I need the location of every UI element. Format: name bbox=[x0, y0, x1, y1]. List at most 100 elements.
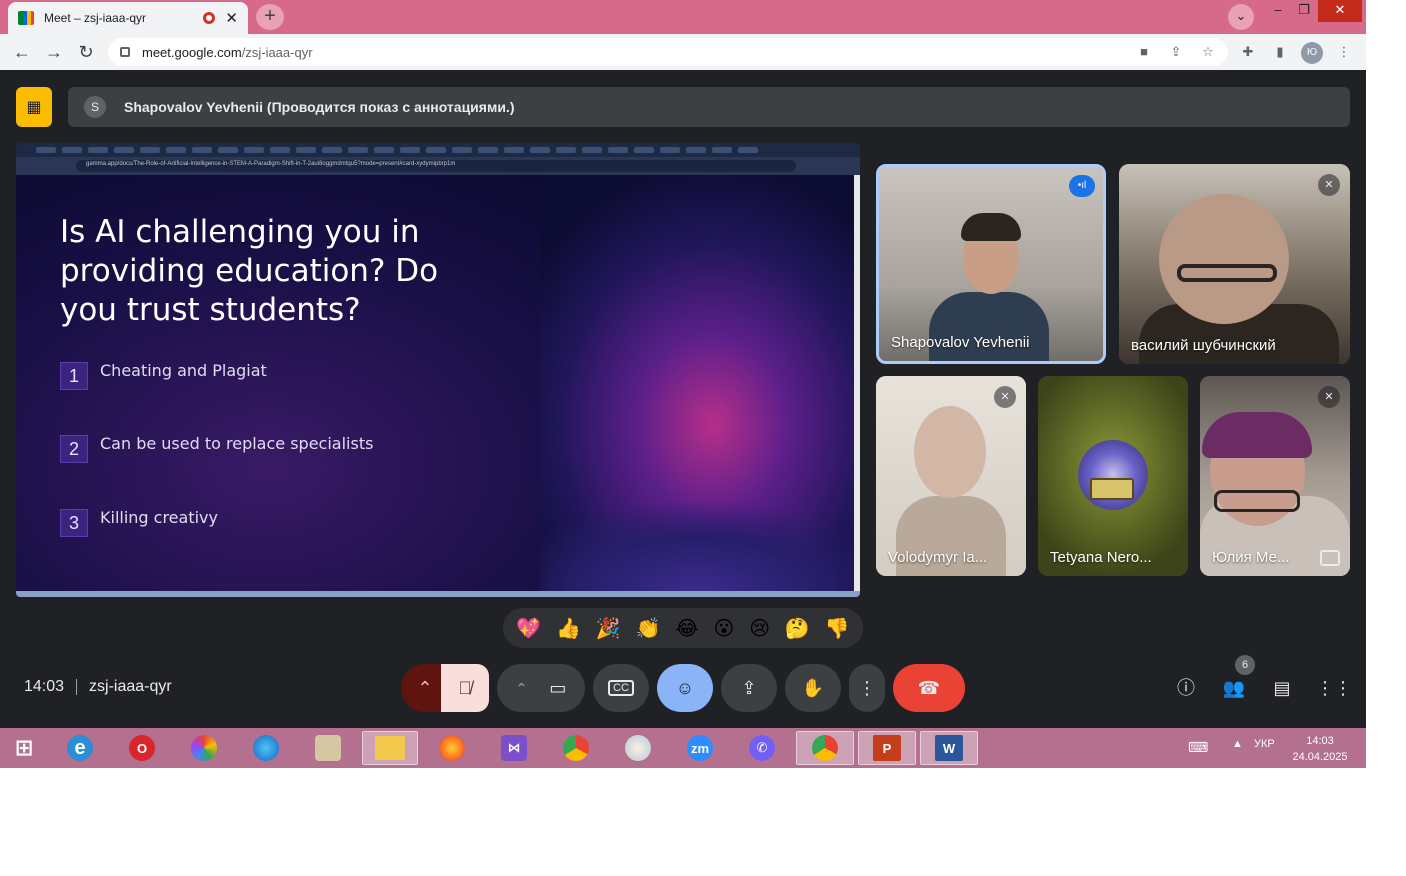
present-now-button[interactable]: ⇪ bbox=[721, 664, 777, 712]
opera-icon[interactable]: O bbox=[124, 731, 160, 765]
slide-item-text: Cheating and Plagiat bbox=[100, 361, 267, 380]
sparkling-heart-reaction-button[interactable]: 💖 bbox=[516, 616, 541, 641]
tab-title: Meet – zsj-iaaa-qyr bbox=[44, 11, 147, 25]
mic-off-icon: ✕ bbox=[1318, 386, 1340, 408]
slide-item-text: Killing creativy bbox=[100, 508, 218, 527]
scroll-app-icon[interactable] bbox=[310, 731, 346, 765]
picture-in-picture-icon[interactable] bbox=[1320, 550, 1340, 566]
party-popper-reaction-button[interactable]: 🎉 bbox=[596, 616, 621, 641]
new-tab-button[interactable]: + bbox=[256, 4, 284, 30]
participant-tile[interactable]: •ıl Shapovalov Yevhenii bbox=[876, 164, 1106, 364]
surprised-reaction-button[interactable]: 😮 bbox=[714, 616, 735, 641]
side-panel-icon[interactable]: ▮ bbox=[1270, 42, 1290, 62]
thumbs-down-reaction-button[interactable]: 👎 bbox=[825, 616, 850, 641]
viber-icon[interactable]: ✆ bbox=[744, 731, 780, 765]
tab-close-button[interactable]: ✕ bbox=[225, 9, 238, 27]
visual-studio-icon[interactable]: ⋈ bbox=[496, 731, 532, 765]
windows-start-icon[interactable]: ⊞ bbox=[6, 731, 42, 765]
leave-call-button[interactable]: ☎ bbox=[893, 664, 965, 712]
participant-tile[interactable]: Tetyana Nero... bbox=[1038, 376, 1188, 576]
speaking-indicator-icon: •ıl bbox=[1069, 175, 1095, 197]
reactions-bar: 💖 👍 🎉 👏 😂 😮 😢 🤔 👎 bbox=[503, 608, 863, 648]
camera-icon: ▭ bbox=[549, 677, 567, 698]
powerpoint-icon[interactable]: P bbox=[858, 731, 916, 765]
slide: Is AI challenging you in providing educa… bbox=[16, 175, 854, 591]
browser-menu-icon[interactable]: ⋮ bbox=[1334, 42, 1354, 62]
mic-off-icon: ✕ bbox=[1318, 174, 1340, 196]
thinking-reaction-button[interactable]: 🤔 bbox=[785, 616, 810, 641]
chrome-active-icon[interactable] bbox=[796, 731, 854, 765]
participant-name: Volodymyr Ia... bbox=[888, 549, 988, 566]
participant-name: Shapovalov Yevhenii bbox=[891, 334, 1030, 351]
participant-tile[interactable]: ✕ василий шубчинский bbox=[1119, 164, 1350, 364]
video-options-chevron-up-icon[interactable]: ⌃ bbox=[516, 680, 528, 697]
people-icon[interactable]: 👥 bbox=[1220, 674, 1248, 702]
activities-grid-icon[interactable]: ⋮⋮ bbox=[1316, 674, 1352, 702]
slide-item: 2 Can be used to replace specialists bbox=[60, 434, 373, 463]
language-indicator[interactable]: УКР bbox=[1254, 738, 1275, 750]
reload-icon[interactable]: ↻ bbox=[74, 41, 98, 63]
mic-toggle-button[interactable]: 🎙̸ bbox=[441, 664, 489, 712]
window-close-button[interactable]: ✕ bbox=[1318, 0, 1362, 22]
edge-icon[interactable] bbox=[248, 731, 284, 765]
participant-tile[interactable]: ✕ Юлия Ме... bbox=[1200, 376, 1350, 576]
participant-name: василий шубчинский bbox=[1131, 337, 1276, 354]
mic-off-icon: 🎙̸ bbox=[458, 677, 472, 698]
back-arrow-icon[interactable]: ← bbox=[10, 41, 34, 63]
presenter-banner-text: Shapovalov Yevhenii (Проводится показ с … bbox=[124, 99, 515, 115]
meeting-code: zsj-iaaa-qyr bbox=[89, 678, 172, 695]
shared-scrollbar bbox=[854, 175, 860, 591]
mic-off-icon: ✕ bbox=[994, 386, 1016, 408]
camera-toggle-button[interactable]: ⌃ ▭ bbox=[497, 664, 585, 712]
sad-reaction-button[interactable]: 😢 bbox=[749, 616, 770, 641]
extensions-puzzle-icon[interactable]: ✚ bbox=[1238, 42, 1258, 62]
internet-explorer-icon[interactable]: e bbox=[62, 731, 98, 765]
keyboard-icon[interactable]: ⌨ bbox=[1188, 739, 1208, 756]
tray-chevron-up-icon[interactable]: ▲ bbox=[1232, 738, 1243, 750]
bookmark-star-icon[interactable]: ☆ bbox=[1198, 42, 1218, 62]
shared-screen: gamma.app/docs/The-Role-of-Artificial-In… bbox=[16, 143, 860, 597]
url-path: /zsj-iaaa-qyr bbox=[241, 44, 313, 60]
chrome-icon[interactable] bbox=[558, 731, 594, 765]
address-bar[interactable]: meet.google.com/zsj-iaaa-qyr bbox=[108, 38, 1228, 66]
meet-favicon-icon bbox=[18, 11, 34, 25]
presentation-icon[interactable]: ▦ bbox=[16, 87, 52, 127]
file-explorer-icon[interactable] bbox=[362, 731, 418, 765]
raise-hand-button[interactable]: ✋ bbox=[785, 664, 841, 712]
url-host: meet.google.com bbox=[142, 44, 242, 60]
url-text: meet.google.com/zsj-iaaa-qyr bbox=[142, 45, 313, 60]
browser-toolbar: ← → ↻ meet.google.com/zsj-iaaa-qyr ■ ⇪ ☆… bbox=[0, 34, 1366, 70]
forward-arrow-icon[interactable]: → bbox=[42, 41, 66, 63]
slide-item-number: 2 bbox=[60, 435, 88, 463]
camera-in-use-icon[interactable]: ■ bbox=[1134, 42, 1154, 62]
chat-icon[interactable]: ▤ bbox=[1268, 674, 1296, 702]
taskbar-clock[interactable]: 14:03 24.04.2025 bbox=[1290, 733, 1350, 765]
smiley-icon: ☺ bbox=[675, 677, 695, 698]
picasa-icon[interactable] bbox=[186, 731, 222, 765]
lock-icon bbox=[120, 47, 130, 57]
participant-name: Tetyana Nero... bbox=[1050, 549, 1152, 566]
more-options-button[interactable]: ⋮ bbox=[849, 664, 885, 712]
participant-tile[interactable]: ✕ Volodymyr Ia... bbox=[876, 376, 1026, 576]
thumbs-up-reaction-button[interactable]: 👍 bbox=[556, 616, 581, 641]
browser-tab-meet[interactable]: Meet – zsj-iaaa-qyr ✕ bbox=[8, 2, 248, 34]
tears-of-joy-reaction-button[interactable]: 😂 bbox=[675, 616, 698, 641]
meeting-details-info-icon[interactable]: ⓘ bbox=[1172, 674, 1200, 702]
captions-button[interactable]: CC bbox=[593, 664, 649, 712]
taskbar-date: 24.04.2025 bbox=[1292, 751, 1348, 763]
send-reaction-button[interactable]: ☺ bbox=[657, 664, 713, 712]
firefox-icon[interactable] bbox=[434, 731, 470, 765]
meeting-info: 14:03 zsj-iaaa-qyr bbox=[24, 678, 172, 696]
zoom-icon[interactable]: zm bbox=[682, 731, 718, 765]
hang-up-icon: ☎ bbox=[917, 677, 941, 698]
tab-search-chevron-icon[interactable]: ⌄ bbox=[1228, 4, 1254, 30]
slide-cloud-image bbox=[540, 445, 854, 591]
slide-item-text: Can be used to replace specialists bbox=[100, 434, 374, 453]
share-icon[interactable]: ⇪ bbox=[1166, 42, 1186, 62]
word-icon[interactable]: W bbox=[920, 731, 978, 765]
clapping-reaction-button[interactable]: 👏 bbox=[636, 616, 661, 641]
paint-icon[interactable] bbox=[620, 731, 656, 765]
slide-title: Is AI challenging you in providing educa… bbox=[60, 214, 439, 328]
slide-item: 1 Cheating and Plagiat bbox=[60, 361, 267, 390]
profile-avatar[interactable]: Ю bbox=[1301, 42, 1323, 64]
